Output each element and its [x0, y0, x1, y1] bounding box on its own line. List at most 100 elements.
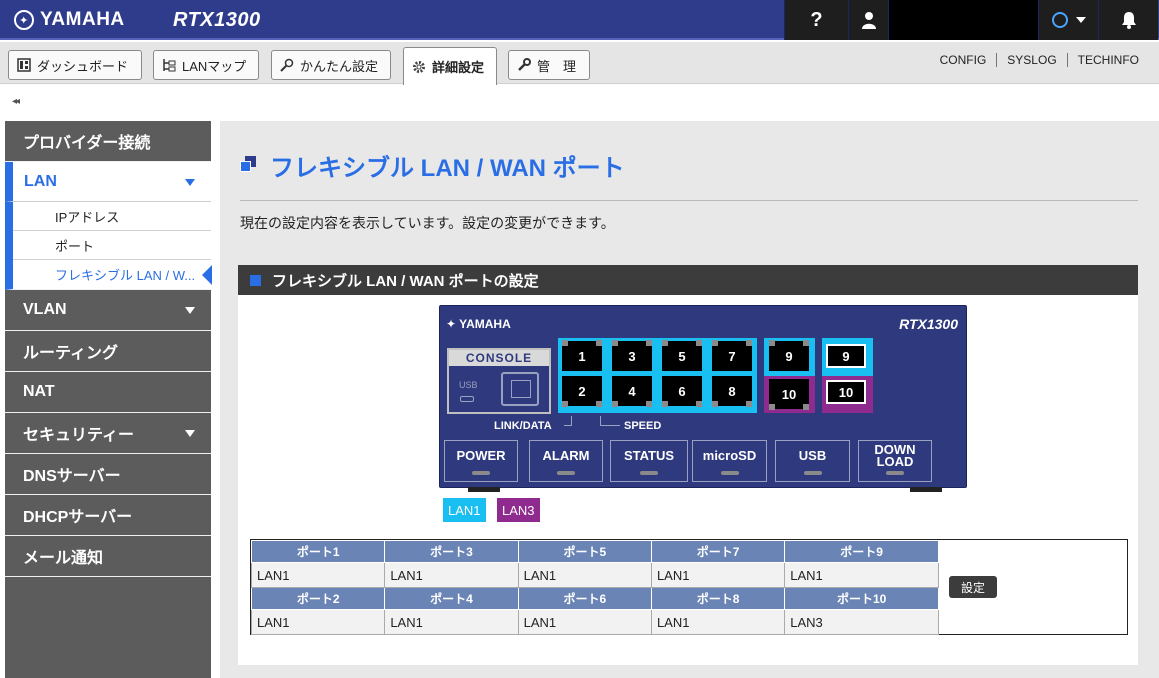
user-button[interactable] [848, 0, 888, 40]
sidebar-item-label: VLAN [23, 301, 67, 318]
port-2[interactable]: 2 [562, 376, 602, 407]
help-button[interactable]: ? [784, 0, 848, 40]
title-divider [240, 200, 1138, 201]
wrench-icon [518, 58, 531, 71]
port-10[interactable]: 10 [769, 379, 809, 410]
table-header: ポート10 [784, 587, 939, 610]
table-header: ポート9 [784, 540, 939, 563]
sidebar-item-security[interactable]: セキュリティー [5, 413, 211, 454]
port-6[interactable]: 6 [662, 376, 702, 407]
port-number: 10 [838, 384, 854, 400]
port-8[interactable]: 8 [712, 376, 752, 407]
table-header: ポート8 [650, 587, 786, 610]
sidebar-subitem-flexible-port[interactable]: フレキシブル LAN / W... [13, 260, 212, 289]
tab-label: かんたん設定 [300, 58, 379, 74]
led-label: POWER [456, 448, 506, 463]
sidebar-item-dns[interactable]: DNSサーバー [5, 454, 211, 495]
sidebar-item-provider[interactable]: プロバイダー接続 [5, 121, 211, 162]
port-4[interactable]: 4 [612, 376, 652, 407]
port-number: 10 [781, 386, 797, 402]
sidebar-subitem-ip-address[interactable]: IPアドレス [13, 202, 211, 231]
tab-easy-setup[interactable]: かんたん設定 [271, 50, 391, 80]
sidebar-item-dhcp[interactable]: DHCPサーバー [5, 495, 211, 536]
table-cell: LAN1 [784, 562, 939, 588]
yamaha-emblem-icon: ✦ [14, 10, 34, 30]
chevron-down-icon [1075, 17, 1086, 23]
led-label: USB [798, 448, 827, 463]
sidebar-item-label: プロバイダー接続 [23, 135, 151, 152]
sidebar-item-nat[interactable]: NAT [5, 372, 211, 413]
chevron-down-icon [185, 307, 195, 314]
panel-title: フレキシブル LAN / WAN ポートの設定 [238, 265, 1138, 295]
sidebar-item-mail[interactable]: メール通知 [5, 536, 211, 577]
table-header: ポート1 [250, 540, 386, 563]
led-label: ALARM [542, 448, 590, 463]
port-number: 2 [578, 383, 586, 399]
tab-label: LANマップ [182, 58, 247, 74]
usb-mini-label: USB [459, 380, 478, 390]
collapse-sidebar-button[interactable]: ◂◂ [12, 96, 20, 107]
brand-name: YAMAHA [40, 9, 125, 30]
port-7[interactable]: 7 [712, 340, 752, 371]
port-number: 1 [578, 348, 586, 364]
port-number: 3 [628, 348, 636, 364]
port-number: 4 [628, 383, 636, 399]
port-1[interactable]: 1 [562, 340, 602, 371]
config-link[interactable]: CONFIG [930, 53, 997, 67]
table-header: ポート3 [384, 540, 519, 563]
dashboard-icon [17, 58, 31, 72]
chevron-down-icon [185, 179, 195, 186]
port-9[interactable]: 9 [769, 340, 809, 371]
lan1-port-group: 1 3 5 7 2 4 6 8 [558, 338, 757, 413]
status-ring-icon [1051, 12, 1068, 28]
tab-lan-map[interactable]: LANマップ [153, 50, 259, 80]
yamaha-logo: ✦ YAMAHA [14, 9, 125, 31]
tab-label: 詳細設定 [432, 60, 485, 75]
sidebar-item-routing[interactable]: ルーティング [5, 331, 211, 372]
tab-management[interactable]: 管 理 [508, 50, 590, 80]
status-menu-button[interactable] [1038, 0, 1098, 40]
table-row: LAN1 LAN1 LAN1 LAN1 LAN3 [250, 609, 939, 635]
lan-map-icon [163, 59, 176, 72]
tab-advanced-settings[interactable]: 詳細設定 [403, 47, 497, 85]
router-front-panel: ✦ YAMAHA RTX1300 CONSOLE USB 1 3 5 7 2 4… [439, 305, 967, 492]
notification-button[interactable] [1098, 0, 1158, 40]
link-data-label: LINK/DATA [494, 420, 552, 432]
table-header: ポート2 [250, 587, 386, 610]
help-icon: ? [810, 8, 823, 31]
sfp10-group: 10 [822, 376, 873, 413]
sidebar-item-label: LAN [24, 172, 57, 190]
port10-group: 10 [764, 376, 815, 413]
sidebar-subitem-port[interactable]: ポート [13, 231, 211, 260]
device-foot [468, 487, 500, 492]
port-5[interactable]: 5 [662, 340, 702, 371]
sfp-port-10[interactable]: 10 [826, 380, 866, 404]
subitem-label: フレキシブル LAN / W... [55, 268, 196, 283]
techinfo-link[interactable]: TECHINFO [1066, 53, 1149, 67]
syslog-link[interactable]: SYSLOG [996, 53, 1066, 67]
top-links: CONFIG SYSLOG TECHINFO [930, 53, 1149, 67]
subitem-label: ポート [55, 238, 95, 254]
port-3[interactable]: 3 [612, 340, 652, 371]
sidebar-item-vlan[interactable]: VLAN [5, 290, 211, 331]
main-content: フレキシブル LAN / WAN ポート 現在の設定内容を表示しています。設定の… [220, 121, 1159, 678]
sfp-port-9[interactable]: 9 [826, 344, 866, 368]
sidebar: プロバイダー接続 LAN IPアドレス ポート フレキシブル LAN / W..… [5, 121, 212, 678]
led-label: microSD [702, 448, 757, 463]
port-number: 9 [785, 348, 793, 364]
table-cell: LAN1 [250, 562, 386, 588]
table-cell: LAN1 [384, 609, 519, 635]
led-status: STATUS [610, 440, 688, 482]
led-label: DOWN LOAD [874, 442, 916, 469]
device-brand: ✦ YAMAHA [446, 317, 511, 331]
sidebar-item-label: メール通知 [23, 550, 104, 567]
settings-button[interactable]: 設定 [949, 576, 997, 598]
port-number: 6 [678, 383, 686, 399]
settings-panel: フレキシブル LAN / WAN ポートの設定 ✦ YAMAHA RTX1300… [238, 265, 1138, 665]
table-row: LAN1 LAN1 LAN1 LAN1 LAN1 [250, 562, 939, 588]
table-cell: LAN1 [250, 609, 386, 635]
user-icon [861, 12, 876, 29]
sidebar-item-label: NAT [23, 383, 55, 400]
tab-dashboard[interactable]: ダッシュボード [8, 50, 142, 80]
sidebar-item-lan[interactable]: LAN [5, 162, 211, 202]
